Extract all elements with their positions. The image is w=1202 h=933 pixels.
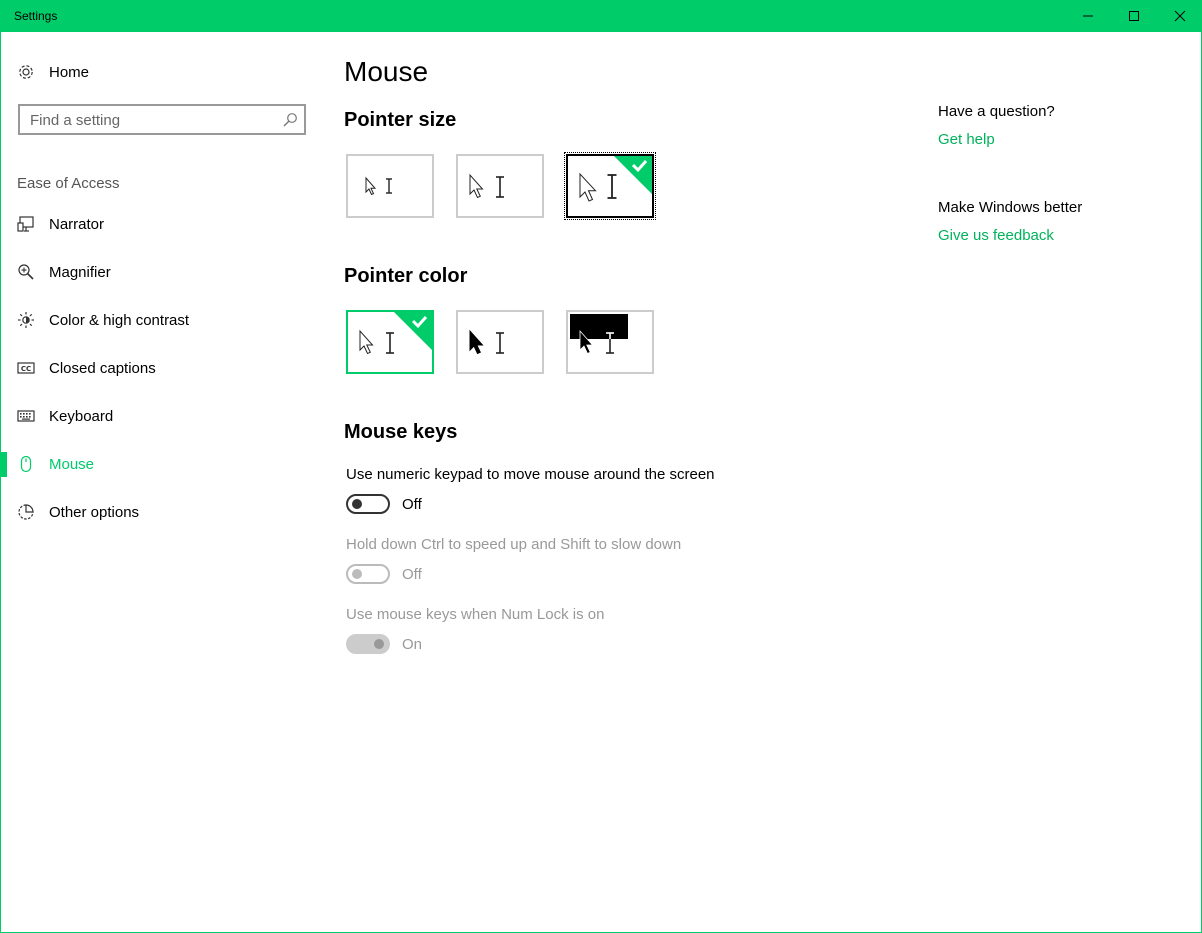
- num-lock-state: On: [402, 636, 423, 653]
- give-feedback-link[interactable]: Give us feedback: [938, 227, 1054, 244]
- sidebar-item-label: Magnifier: [49, 263, 111, 281]
- home-label: Home: [49, 63, 90, 81]
- pointer-color-inverted-option[interactable]: [566, 310, 654, 374]
- svg-text:CC: CC: [21, 365, 31, 373]
- sidebar-item-label: Mouse: [49, 455, 95, 473]
- pointer-size-small-option[interactable]: [346, 154, 434, 218]
- num-lock-label: Use mouse keys when Num Lock is on: [346, 606, 605, 623]
- toggle-knob: [352, 569, 362, 579]
- window-title: Settings: [14, 9, 58, 23]
- other-options-icon: [17, 503, 35, 521]
- closed-captions-icon: CC: [17, 359, 35, 377]
- numeric-keypad-toggle[interactable]: [346, 494, 390, 514]
- search-box: [18, 104, 306, 135]
- minimize-button[interactable]: [1065, 0, 1111, 32]
- inverted-pointer-icon: [570, 314, 628, 355]
- pointer-size-heading: Pointer size: [344, 109, 457, 131]
- magnifier-icon: [17, 263, 35, 281]
- ctrl-shift-speed-toggle[interactable]: [346, 564, 390, 584]
- keyboard-icon: [17, 407, 35, 425]
- search-icon[interactable]: [282, 112, 298, 128]
- close-icon: [1174, 10, 1186, 22]
- page-title: Mouse: [344, 56, 429, 87]
- pointer-size-medium-option[interactable]: [456, 154, 544, 218]
- sidebar-item-label: Closed captions: [49, 359, 156, 377]
- sidebar-item-label: Keyboard: [49, 407, 114, 425]
- sidebar-item-narrator[interactable]: Narrator: [1, 204, 321, 244]
- gear-icon: [17, 63, 35, 81]
- question-heading: Have a question?: [938, 103, 1055, 120]
- sidebar-item-closed-captions[interactable]: CC Closed captions: [1, 348, 321, 388]
- mouse-icon: [17, 455, 35, 473]
- maximize-icon: [1129, 11, 1139, 21]
- numeric-keypad-state: Off: [402, 496, 422, 513]
- home-nav-item[interactable]: Home: [1, 52, 321, 92]
- sidebar-item-label: Other options: [49, 503, 140, 521]
- section-label: Ease of Access: [17, 175, 120, 192]
- maximize-button[interactable]: [1111, 0, 1157, 32]
- numeric-keypad-label: Use numeric keypad to move mouse around …: [346, 466, 715, 483]
- brightness-icon: [17, 311, 35, 329]
- close-button[interactable]: [1157, 0, 1202, 32]
- sidebar-item-keyboard[interactable]: Keyboard: [1, 396, 321, 436]
- medium-pointer-icon: [469, 173, 504, 199]
- pointer-color-white-option[interactable]: [346, 310, 434, 374]
- search-input[interactable]: [30, 110, 270, 130]
- settings-window: Settings Home Ease of Access Narrator Ma…: [0, 0, 1202, 933]
- title-bar: Settings: [1, 0, 1202, 32]
- sidebar-item-magnifier[interactable]: Magnifier: [1, 252, 321, 292]
- sidebar-item-label: Color & high contrast: [49, 311, 190, 329]
- ctrl-shift-speed-state: Off: [402, 566, 422, 583]
- toggle-knob: [374, 639, 384, 649]
- sidebar-item-mouse[interactable]: Mouse: [1, 444, 321, 484]
- sidebar-item-label: Narrator: [49, 215, 105, 233]
- pointer-color-black-option[interactable]: [456, 310, 544, 374]
- minimize-icon: [1083, 15, 1093, 17]
- selected-checkmark-icon: [394, 312, 432, 350]
- feedback-heading: Make Windows better: [938, 199, 1083, 216]
- mouse-keys-heading: Mouse keys: [344, 421, 458, 443]
- ctrl-shift-speed-label: Hold down Ctrl to speed up and Shift to …: [346, 536, 682, 553]
- selected-checkmark-icon: [614, 156, 652, 194]
- toggle-knob: [352, 499, 362, 509]
- pointer-size-large-option[interactable]: [564, 152, 656, 220]
- small-pointer-icon: [365, 176, 392, 196]
- narrator-icon: [17, 215, 35, 233]
- black-pointer-icon: [469, 329, 504, 355]
- sidebar-item-color-high-contrast[interactable]: Color & high contrast: [1, 300, 321, 340]
- num-lock-toggle[interactable]: [346, 634, 390, 654]
- sidebar-item-other-options[interactable]: Other options: [1, 492, 321, 532]
- get-help-link[interactable]: Get help: [938, 131, 995, 148]
- pointer-color-heading: Pointer color: [344, 265, 468, 287]
